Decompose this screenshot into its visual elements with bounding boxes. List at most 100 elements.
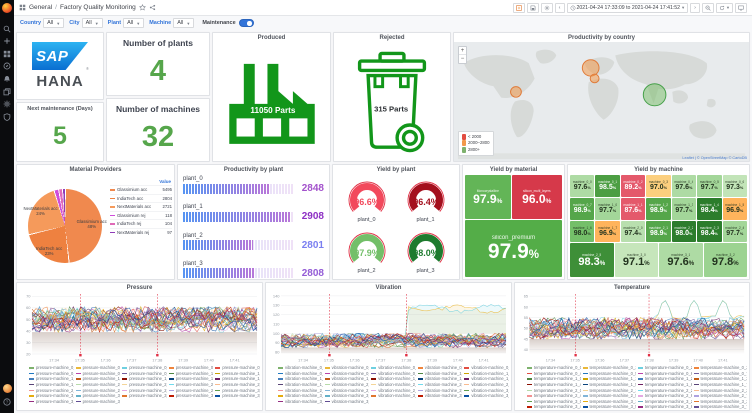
map-marker-uk[interactable] [582,60,599,76]
treemap-cell-machine_1_7[interactable]: machine_1_796.9% [595,221,619,243]
map-marker-france[interactable] [590,74,599,83]
treemap-cell-machine_1_0[interactable]: machine_1_097.7% [595,198,619,220]
time-forward-button[interactable]: › [690,3,700,13]
map-zoom-out-button[interactable]: − [459,55,466,63]
temperature-plot[interactable]: 65605550454017:3417:3517:3617:3717:3817:… [517,292,747,364]
grafana-logo-icon[interactable] [2,3,12,13]
share-icon[interactable] [149,4,156,11]
filter-machine-select[interactable]: All▼ [173,18,194,28]
treemap-cell-machine_0_5[interactable]: machine_0_597.7% [697,175,721,197]
user-avatar[interactable] [3,384,12,393]
treemap-cell-machine_1_5[interactable]: machine_1_596.9% [723,198,747,220]
treemap-cell-Monocrystalline[interactable]: Monocrystalline97.9% [465,175,511,219]
treemap-cell-machine_0_4[interactable]: machine_0_497.6% [672,175,696,197]
compass-icon[interactable] [2,61,12,71]
legend-item[interactable]: temperature-machine_3_6 [638,404,692,410]
panel-title[interactable]: Temperature [515,283,749,292]
pie-legend-item[interactable]: NextMaterials acc2721 [110,202,172,211]
panel-title[interactable]: Productivity by country [454,33,749,42]
legend-item[interactable]: pressure-machine_3_4 [169,393,214,399]
treemap-cell-machine_2_3[interactable]: machine_2_398.4% [697,221,721,243]
pressure-plot[interactable]: 70605040302017:3417:3517:3617:3717:3817:… [19,292,260,364]
legend-item[interactable]: temperature-machine_3_5 [583,404,637,410]
world-map[interactable]: + − < 20002000–28002800+ Leaflet | © Ope… [454,42,749,161]
cog-icon[interactable] [2,99,12,109]
filter-plant-label[interactable]: Plant [108,20,121,26]
treemap-cell-machine_2_1[interactable]: machine_2_198.9% [646,221,670,243]
filter-country-label[interactable]: Country [20,20,41,26]
legend-item[interactable]: pressure-machine_3_3 [122,393,167,399]
favorite-star-icon[interactable] [139,4,146,11]
refresh-button[interactable]: ▼ [716,3,733,13]
panel-title[interactable]: Next maintenance (Days) [17,103,103,112]
dashboard-settings-button[interactable] [541,3,553,13]
map-marker-north-america[interactable] [511,87,522,98]
breadcrumb-root[interactable]: General [29,4,52,11]
panel-title[interactable]: Number of plants [107,33,209,48]
filter-country-select[interactable]: All▼ [43,18,64,28]
save-dashboard-button[interactable] [527,3,539,13]
copy-icon[interactable] [2,87,12,97]
panel-title[interactable]: Material Providers [17,165,174,174]
map-marker-india[interactable] [643,84,666,106]
legend-item[interactable]: vibration-machine_3_3 [371,393,416,399]
legend-item[interactable]: vibration-machine_3_6 [278,399,323,405]
treemap-cell-silicon_premium[interactable]: silicon_premium97.9% [465,220,562,277]
help-icon[interactable]: ? [2,397,12,407]
treemap-cell-machine_0_6[interactable]: machine_0_697.3% [723,175,747,197]
treemap-cell-machine_0_0[interactable]: machine_0_097.6% [570,175,594,197]
legend-item[interactable]: temperature-machine_3_4 [527,404,581,410]
apps-icon[interactable] [19,4,26,11]
treemap-cell-machine_2_5[interactable]: machine_2_598.3% [570,243,614,277]
panel-title[interactable]: Yield by plant [333,165,459,174]
treemap-cell-machine_1_1[interactable]: machine_1_187.6% [621,198,645,220]
panel-title[interactable]: Produced [213,33,330,42]
add-panel-button[interactable] [513,3,525,13]
legend-item[interactable]: pressure-machine_3_6 [29,399,74,405]
filter-machine-label[interactable]: Machine [149,20,171,26]
legend-item[interactable]: temperature-machine_3_7 [694,404,748,410]
treemap-cell-machine_1_2[interactable]: machine_1_298.9% [646,198,670,220]
apps-icon[interactable] [2,49,12,59]
search-icon[interactable] [2,24,12,34]
bell-icon[interactable] [2,74,12,84]
panel-title[interactable]: Productivity by plant [178,165,329,174]
panel-title[interactable]: Number of machines [107,99,209,114]
treemap-cell-machine_1_4[interactable]: machine_1_498.4% [697,198,721,220]
panel-title[interactable]: Rejected [334,33,450,42]
panel-title[interactable]: Vibration [266,283,511,292]
vibration-plot[interactable]: 140130120110100908017:3417:3517:3617:371… [268,292,509,364]
map-zoom-in-button[interactable]: + [459,47,466,55]
time-range-picker[interactable]: 2021-04-24 17:33:09 to 2021-04-24 17:41:… [567,3,689,13]
treemap-cell-machine_3_1[interactable]: machine_3_197.6% [659,243,703,277]
pie-legend-item[interactable]: Glassimium acc5495 [110,185,172,194]
plus-icon[interactable] [2,36,12,46]
treemap-cell-machine_1_3[interactable]: machine_1_397.7% [672,198,696,220]
treemap-cell-machine_1_6[interactable]: machine_1_698.0% [570,221,594,243]
panel-title[interactable]: Yield by material [463,165,564,174]
pie-legend-item[interactable]: NextMaterials rej97 [110,228,172,237]
maintenance-toggle[interactable] [239,19,254,27]
legend-item[interactable]: pressure-machine_3_7 [76,399,121,405]
treemap-cell-machine_0_1[interactable]: machine_0_198.5% [595,175,619,197]
treemap-cell-machine_2_2[interactable]: machine_2_298.0% [672,221,696,243]
treemap-cell-machine_0_2[interactable]: machine_0_289.2% [621,175,645,197]
filter-city-select[interactable]: All▼ [82,18,103,28]
treemap-cell-machine_0_3[interactable]: machine_0_397.0% [646,175,670,197]
pie-legend-item[interactable]: IndiaTech acc2804 [110,194,172,203]
legend-item[interactable]: vibration-machine_3_4 [418,393,463,399]
pie-chart[interactable]: Glassimium acc48%IndiaTech acc23%NextMat… [19,175,110,276]
treemap-cell-silicon_multi_layers[interactable]: silicon_multi_layers96.0% [512,175,562,219]
dashboard-title[interactable]: Factory Quality Monitoring [60,4,136,11]
treemap-cell-machine_3_0[interactable]: machine_3_097.1% [615,243,659,277]
shield-icon[interactable] [2,112,12,122]
kiosk-mode-button[interactable] [735,3,747,13]
panel-title[interactable]: Pressure [17,283,262,292]
treemap-cell-machine_2_4[interactable]: machine_2_497.7% [723,221,747,243]
treemap-cell-machine_3_2[interactable]: machine_3_297.8% [704,243,748,277]
filter-plant-select[interactable]: All▼ [123,18,144,28]
zoom-out-time-button[interactable] [702,3,714,13]
panel-title[interactable]: Yield by machine [568,165,749,174]
legend-item[interactable]: vibration-machine_3_7 [325,399,370,405]
pie-legend-item[interactable]: Glassimium rej118 [110,211,172,220]
